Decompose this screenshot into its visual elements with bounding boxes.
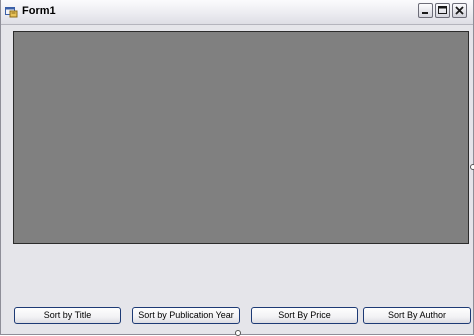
form-app-icon[interactable]	[5, 5, 18, 18]
maximize-button[interactable]	[435, 3, 450, 18]
title-bar[interactable]: Form1	[1, 0, 473, 25]
close-icon	[455, 6, 464, 15]
display-panel	[13, 31, 469, 244]
sort-by-publication-year-button[interactable]: Sort by Publication Year	[132, 307, 240, 324]
resize-grip-bottom[interactable]	[235, 330, 241, 336]
minimize-icon	[422, 12, 428, 14]
sort-by-author-button[interactable]: Sort By Author	[363, 307, 471, 324]
form-window: Form1 Sort by Title Sort by Publication …	[0, 0, 474, 336]
sort-by-price-button[interactable]: Sort By Price	[251, 307, 358, 324]
minimize-button[interactable]	[418, 3, 433, 18]
form-client-area: Sort by Title Sort by Publication Year S…	[4, 25, 471, 333]
window-title: Form1	[22, 5, 56, 17]
close-button[interactable]	[452, 3, 467, 18]
resize-grip-right[interactable]	[470, 164, 474, 170]
sort-by-title-button[interactable]: Sort by Title	[14, 307, 121, 324]
maximize-icon	[438, 6, 447, 14]
